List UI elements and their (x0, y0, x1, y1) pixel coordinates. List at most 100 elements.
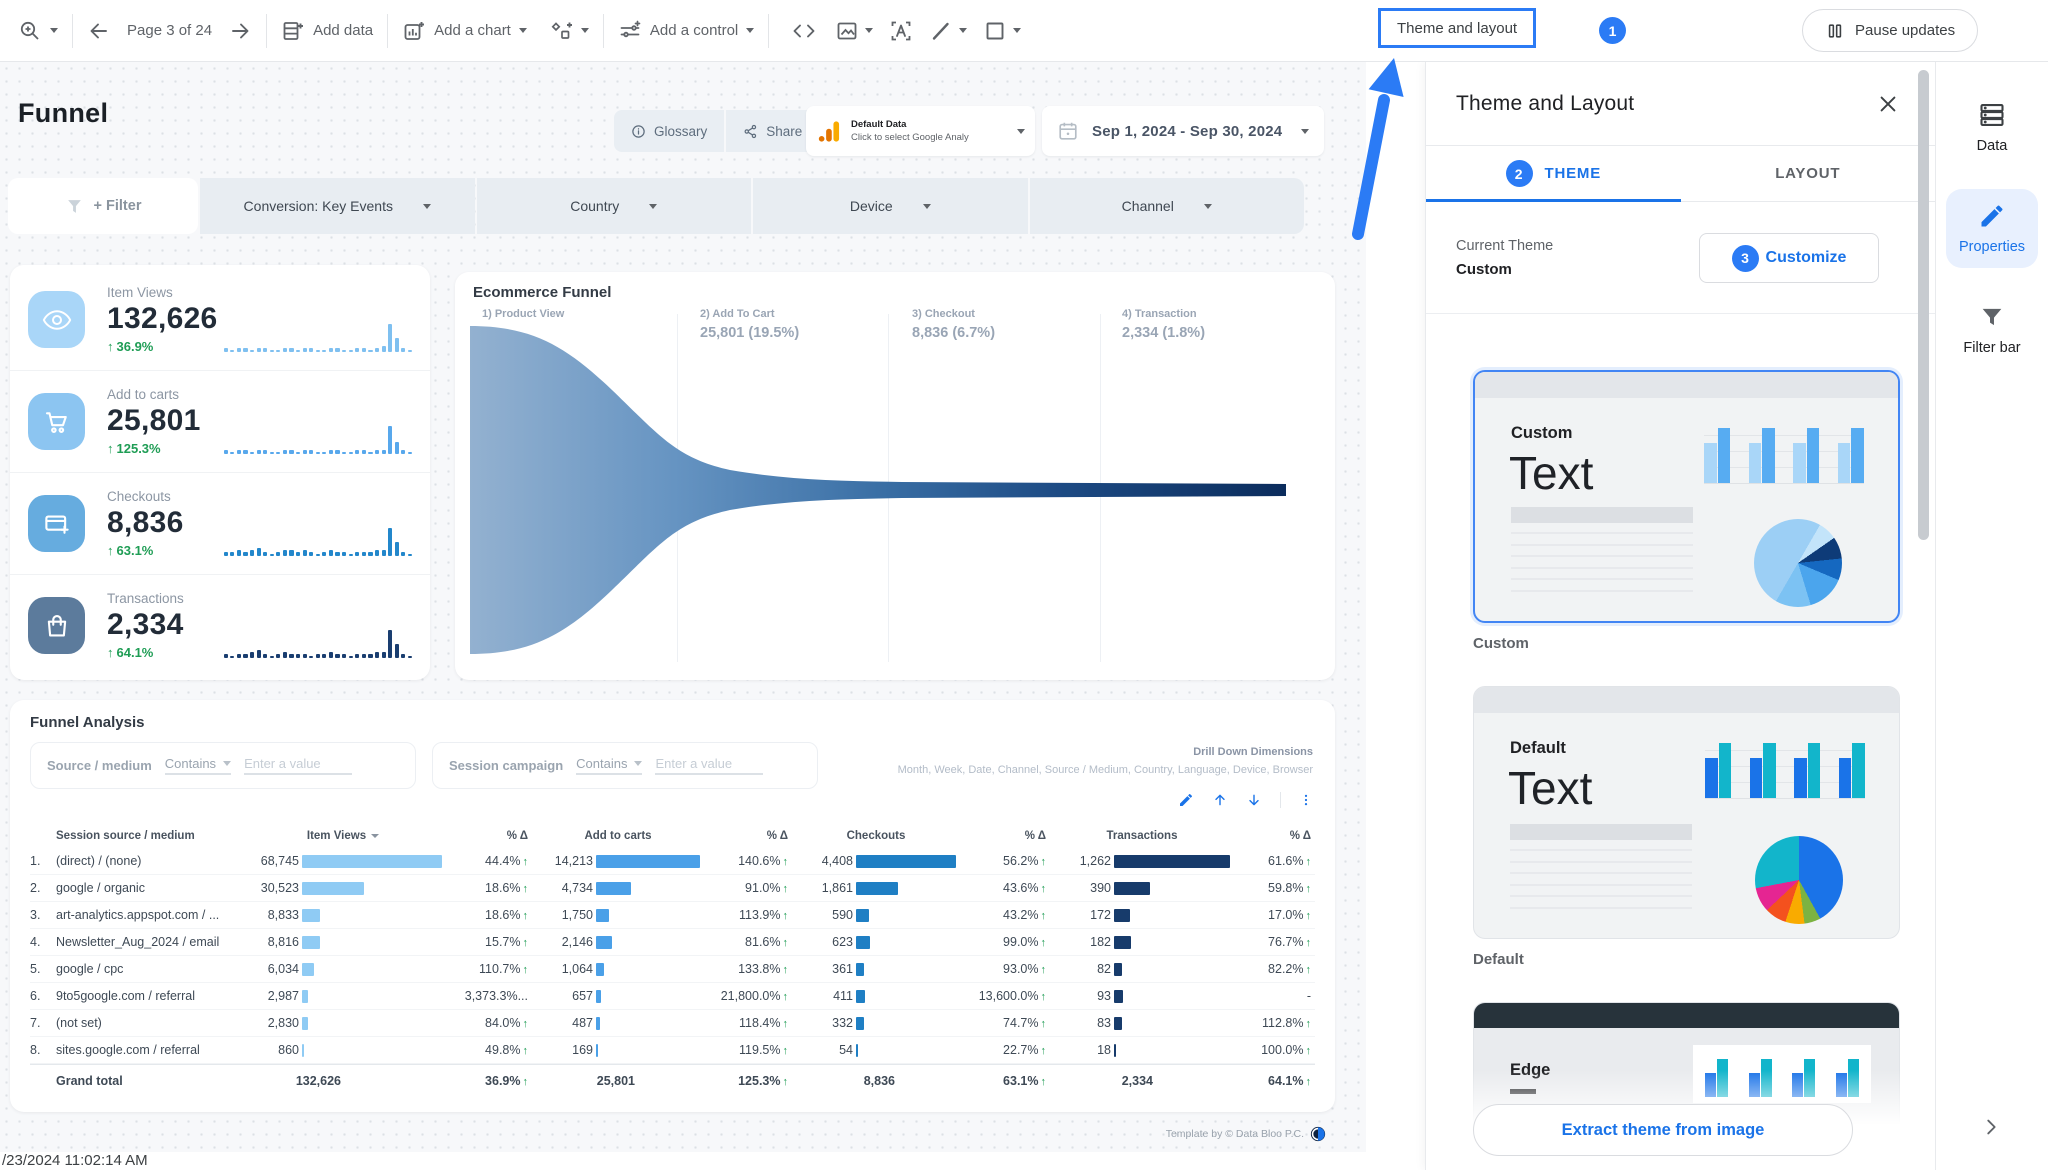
theme-card-custom[interactable]: CustomTextCustom (1473, 370, 1900, 652)
sidebar-item-properties[interactable]: Properties (1946, 189, 2038, 268)
embed-code-button[interactable] (791, 19, 817, 43)
more-options-icon[interactable] (1299, 792, 1313, 808)
panel-scrollbar[interactable] (1918, 70, 1929, 540)
column-header[interactable]: % Δ (1234, 830, 1315, 842)
delta-cell: 113.9%↑ (704, 908, 792, 922)
theme-preview[interactable]: DefaultText (1473, 686, 1900, 939)
add-chart-button[interactable]: Add a chart (402, 19, 527, 43)
row-index: 2. (30, 881, 56, 895)
toolbar-divider (768, 14, 769, 48)
column-header[interactable]: Checkouts (792, 830, 960, 842)
drill-down-icon[interactable] (1246, 792, 1262, 808)
spark-bar (316, 350, 320, 352)
previous-page-button[interactable] (87, 19, 111, 43)
filter-operator-select[interactable]: Contains (576, 756, 642, 775)
glossary-button[interactable]: Glossary (614, 110, 724, 152)
kpi-delta: ↑63.1% (107, 543, 224, 558)
delta-cell: 18.6%↑ (448, 881, 532, 895)
delta-cell: 84.0%↑ (448, 1016, 532, 1030)
co-bar (856, 963, 864, 976)
analysis-filter-2[interactable]: Session campaignContainsEnter a value (432, 742, 818, 789)
chevron-down-icon (423, 204, 431, 209)
up-arrow-icon: ↑ (523, 1045, 529, 1057)
theme-and-layout-button[interactable]: Theme and layout (1378, 8, 1536, 48)
add-data-button[interactable]: Add data (281, 19, 373, 43)
report-canvas[interactable]: Funnel Glossary Share Export Default Dat… (0, 62, 1366, 1152)
delta-cell: 43.2%↑ (960, 908, 1050, 922)
calendar-icon (1057, 120, 1079, 142)
spark-bar (335, 552, 339, 556)
sidebar-item-filter-bar[interactable]: Filter bar (1946, 290, 2038, 369)
add-filter-button[interactable]: + Filter (8, 178, 198, 234)
drill-up-icon[interactable] (1212, 792, 1228, 808)
add-elements-button[interactable] (549, 19, 589, 43)
theme-preview[interactable]: CustomText (1473, 370, 1900, 623)
column-header[interactable]: Session source / medium (56, 830, 238, 842)
pause-updates-label: Pause updates (1855, 22, 1955, 39)
analysis-filter-1[interactable]: Source / mediumContainsEnter a value (30, 742, 416, 789)
date-range-picker[interactable]: Sep 1, 2024 - Sep 30, 2024 (1042, 106, 1324, 156)
filter-value-input[interactable]: Enter a value (244, 756, 352, 775)
annotation-step-3-badge: 3 (1732, 245, 1759, 272)
kpi-summary-card[interactable]: Item Views132,626↑36.9%Add to carts25,80… (10, 265, 430, 680)
funnel-chart-title: Ecommerce Funnel (473, 284, 611, 301)
filter-value-input[interactable]: Enter a value (655, 756, 763, 775)
pause-updates-button[interactable]: Pause updates (1802, 9, 1978, 52)
pencil-icon (1978, 202, 2006, 230)
panel-tabs: 2 THEME LAYOUT (1426, 146, 1935, 202)
customize-button[interactable]: 3 Customize (1699, 233, 1879, 283)
filter-operator-select[interactable]: Contains (165, 756, 231, 775)
zoom-button[interactable] (18, 19, 58, 43)
spark-bar (349, 656, 353, 658)
column-header[interactable]: % Δ (448, 830, 532, 842)
add-line-button[interactable] (929, 19, 967, 43)
row-index: 1. (30, 854, 56, 868)
filter-chip-3[interactable]: Device (753, 178, 1028, 234)
spark-bar (408, 554, 412, 556)
tab-layout[interactable]: LAYOUT (1681, 146, 1936, 201)
theme-card-default[interactable]: DefaultTextDefault (1473, 686, 1900, 968)
spark-bar (395, 442, 399, 454)
up-arrow-icon: ↑ (783, 964, 789, 976)
filter-chip-1[interactable]: Conversion: Key Events (200, 178, 475, 234)
column-header[interactable]: Add to carts (532, 830, 704, 842)
ecommerce-funnel-card[interactable]: Ecommerce Funnel 1) Product View2) Add T… (455, 272, 1335, 680)
spark-bar (322, 452, 326, 454)
column-header[interactable]: % Δ (960, 830, 1050, 842)
add-text-button[interactable] (889, 19, 913, 43)
iv-bar (302, 1017, 308, 1030)
spark-bar (303, 450, 307, 454)
delta-cell: 118.4%↑ (704, 1016, 792, 1030)
column-header[interactable]: Transactions (1050, 830, 1234, 842)
column-header[interactable]: % Δ (704, 830, 792, 842)
spark-bar (362, 450, 366, 454)
metric-cell: 68,745 (238, 854, 448, 868)
funnel-analysis-card[interactable]: Funnel Analysis Source / mediumContainsE… (10, 700, 1335, 1112)
filter-chip-2[interactable]: Country (477, 178, 752, 234)
spark-bar (283, 550, 287, 556)
kpi-row-add-to-carts: Add to carts25,801↑125.3% (10, 371, 430, 473)
row-source: sites.google.com / referral (56, 1043, 238, 1057)
chevron-down-icon (959, 28, 967, 33)
collapse-panel-chevron-icon[interactable] (1980, 1116, 2002, 1138)
column-header[interactable]: Item Views (238, 830, 448, 842)
spark-bar (342, 654, 346, 658)
funnel-icon (65, 197, 84, 216)
data-source-selector[interactable]: Default Data Click to select Google Anal… (806, 106, 1035, 156)
extract-theme-button[interactable]: Extract theme from image (1473, 1104, 1853, 1156)
filter-chip-4[interactable]: Channel (1030, 178, 1305, 234)
metric-cell: 590 (792, 908, 960, 922)
metric-cell: 14,213 (532, 854, 704, 868)
tab-theme[interactable]: 2 THEME (1426, 146, 1681, 201)
add-image-button[interactable] (835, 19, 873, 43)
table-grand-total-row: Grand total132,62636.9%↑25,801125.3%↑8,8… (30, 1064, 1315, 1097)
spark-bar (355, 450, 359, 454)
page-indicator[interactable]: Page 3 of 24 (127, 22, 212, 39)
close-icon[interactable] (1877, 93, 1899, 115)
data-icon (1978, 101, 2006, 129)
pencil-icon[interactable] (1178, 792, 1194, 808)
add-control-button[interactable]: Add a control (618, 19, 754, 43)
next-page-button[interactable] (228, 19, 252, 43)
sidebar-item-data[interactable]: Data (1946, 88, 2038, 167)
add-shape-button[interactable] (983, 19, 1021, 43)
